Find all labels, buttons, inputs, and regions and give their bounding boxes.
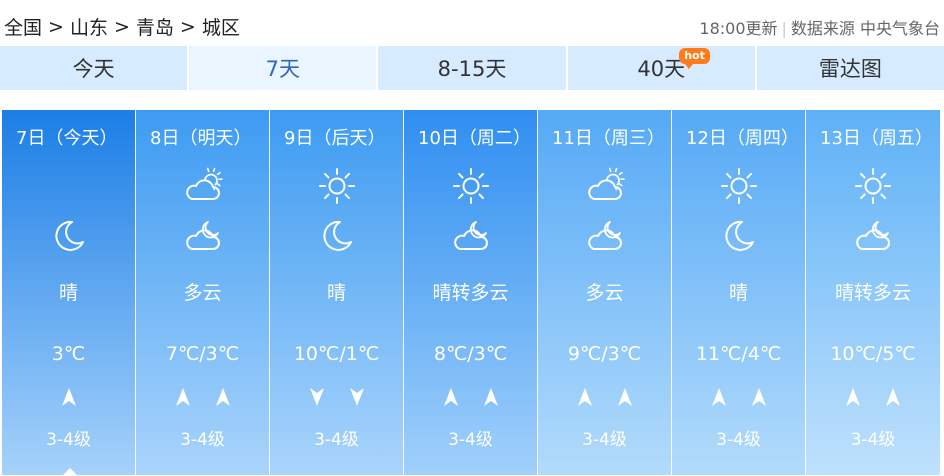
north-arrow-icon [60,386,78,412]
divider: | [782,19,787,38]
temperature: 11℃/4℃ [672,343,805,365]
weather-text: 晴 [672,278,805,305]
seven-day-forecast: 7日（今天） 晴 3℃ 3-4级 8日（明天） 多云 7℃/3℃ 3-4级 9日（后天） 晴 10℃… [2,110,942,475]
day-date: 10日（周二） [418,124,531,150]
day-column[interactable]: 12日（周四） 晴 11℃/4℃ 3-4级 [672,110,806,475]
tab-7days[interactable]: 7天 [189,46,378,90]
weather-text: 晴 [2,278,135,305]
wind-directions [806,386,940,412]
sun-icon [451,166,491,206]
wind-level: 3-4级 [672,425,805,450]
tab-label: 7天 [266,53,300,83]
day-date: 12日（周四） [686,124,799,150]
update-time: 18:00更新 [699,19,777,38]
breadcrumb-separator: > [114,16,130,38]
cloudy-night-icon [183,216,223,256]
day-column[interactable]: 11日（周三） 多云 9℃/3℃ 3-4级 [538,110,672,475]
temperature: 3℃ [2,343,135,365]
south-arrow-icon [348,386,366,412]
wind-level: 3-4级 [136,425,269,450]
data-source: 数据来源 中央气象台 [791,19,940,38]
day-date: 11日（周三） [552,124,665,150]
wind-level: 3-4级 [538,425,671,450]
weather-text: 多云 [136,278,269,305]
weather-text: 晴转多云 [404,278,537,305]
day-column[interactable]: 10日（周二） 晴转多云 8℃/3℃ 3-4级 [404,110,538,475]
north-arrow-icon [750,386,768,412]
south-arrow-icon [308,386,326,412]
day-column[interactable]: 7日（今天） 晴 3℃ 3-4级 [2,110,136,475]
day-column[interactable]: 8日（明天） 多云 7℃/3℃ 3-4级 [136,110,270,475]
tab-label: 8-15天 [438,53,507,83]
tab-today[interactable]: 今天 [0,46,189,90]
breadcrumb-item[interactable]: 城区 [202,17,240,39]
sun-icon [317,166,357,206]
breadcrumb-separator: > [48,16,64,38]
day-date: 13日（周五） [820,124,933,150]
partly-cloudy-icon [183,166,223,206]
temperature: 10℃/1℃ [270,343,403,365]
north-arrow-icon [616,386,634,412]
tab-label: 雷达图 [819,53,882,83]
wind-level: 3-4级 [806,425,940,450]
weather-text: 晴转多云 [806,278,940,305]
sun-icon [719,166,759,206]
north-arrow-icon [884,386,902,412]
north-arrow-icon [442,386,460,412]
tab-8-15days[interactable]: 8-15天 [378,46,567,90]
sun-icon [853,166,893,206]
day-date: 9日（后天） [284,124,385,150]
temperature: 10℃/5℃ [806,343,940,365]
tab-radar[interactable]: 雷达图 [757,46,944,90]
tab-40days[interactable]: 40天hot [568,46,757,90]
day-date: 8日（明天） [150,124,251,150]
weather-text: 多云 [538,278,671,305]
wind-level: 3-4级 [270,425,403,450]
wind-directions [136,386,269,412]
day-column[interactable]: 9日（后天） 晴 10℃/1℃ 3-4级 [270,110,404,475]
north-arrow-icon [482,386,500,412]
wind-directions [672,386,805,412]
cloudy-night-icon [853,216,893,256]
day-date: 7日（今天） [16,124,117,150]
partly-cloudy-icon [585,166,625,206]
wind-directions [538,386,671,412]
north-arrow-icon [710,386,728,412]
wind-directions [270,386,403,412]
temperature: 7℃/3℃ [136,343,269,365]
temperature: 8℃/3℃ [404,343,537,365]
breadcrumb: 全国 > 山东 > 青岛 > 城区 [4,13,240,40]
forecast-tabs: 今天 7天 8-15天 40天hot 雷达图 [0,46,944,90]
north-arrow-icon [844,386,862,412]
temperature: 9℃/3℃ [538,343,671,365]
tab-label: 40天 [637,53,685,83]
breadcrumb-item[interactable]: 山东 [70,17,108,39]
wind-level: 3-4级 [2,425,135,450]
breadcrumb-item[interactable]: 全国 [4,17,42,39]
weather-text: 晴 [270,278,403,305]
hot-badge: hot [679,48,710,64]
wind-directions [2,386,135,412]
wind-level: 3-4级 [404,425,537,450]
update-info: 18:00更新 |数据来源 中央气象台 [699,15,940,39]
moon-icon [49,216,89,256]
top-bar: 全国 > 山东 > 青岛 > 城区 18:00更新 |数据来源 中央气象台 [0,0,944,46]
cloudy-night-icon [585,216,625,256]
breadcrumb-separator: > [180,16,196,38]
north-arrow-icon [174,386,192,412]
tab-label: 今天 [73,53,115,83]
moon-icon [317,216,357,256]
breadcrumb-item[interactable]: 青岛 [136,17,174,39]
cloudy-night-icon [451,216,491,256]
day-column[interactable]: 13日（周五） 晴转多云 10℃/5℃ 3-4级 [806,110,940,475]
moon-icon [719,216,759,256]
north-arrow-icon [214,386,232,412]
north-arrow-icon [576,386,594,412]
wind-directions [404,386,537,412]
